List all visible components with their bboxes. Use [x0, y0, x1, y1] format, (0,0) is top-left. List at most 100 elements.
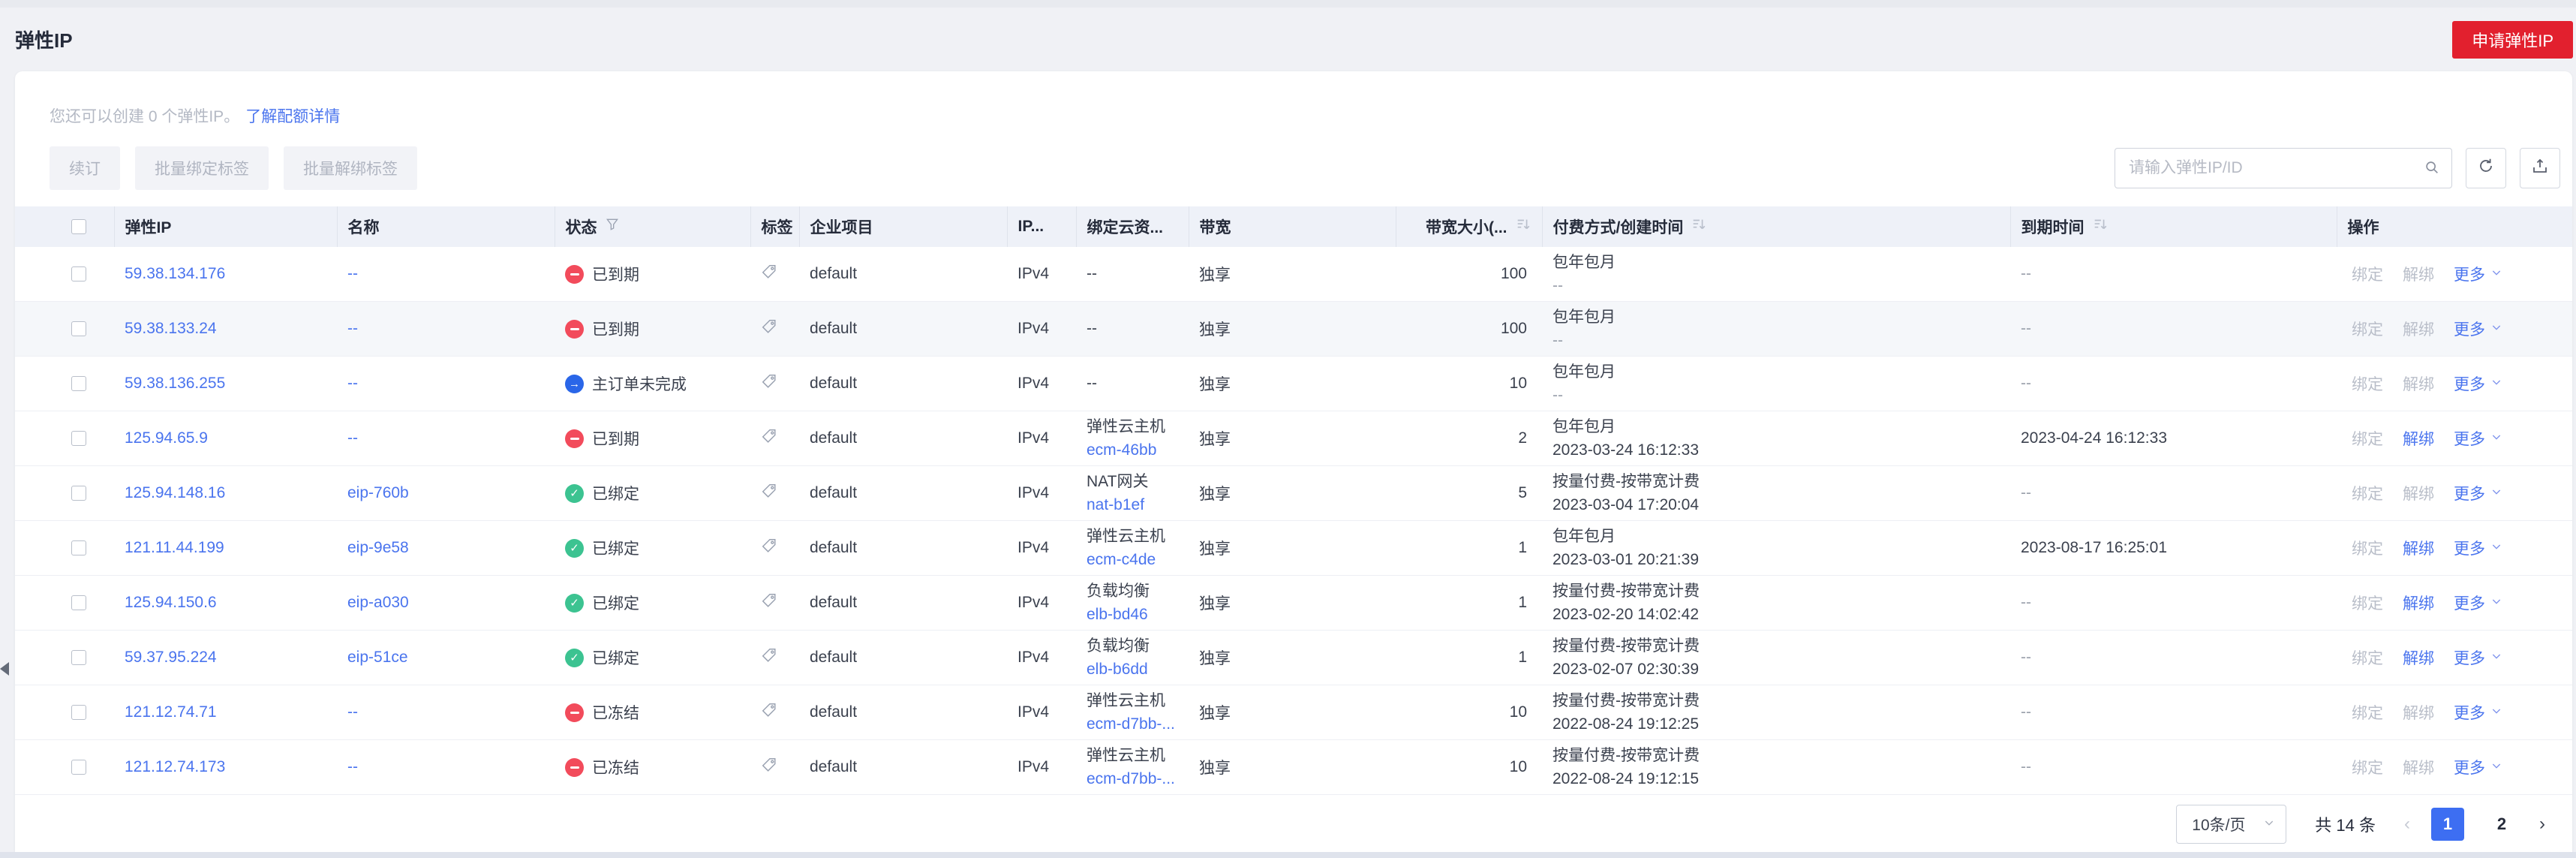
more-action[interactable]: 更多: [2454, 372, 2502, 395]
bind-action[interactable]: 绑定: [2352, 756, 2383, 778]
more-action[interactable]: 更多: [2454, 482, 2502, 504]
eip-link[interactable]: 59.38.136.255: [125, 375, 225, 392]
expire-time-cell: --: [2010, 575, 2337, 631]
window-top-strip: [0, 0, 2576, 8]
page-size-select[interactable]: 10条/页: [2176, 805, 2287, 844]
refresh-button[interactable]: [2466, 148, 2506, 188]
bandwidth-type-cell: 独享: [1189, 411, 1396, 466]
more-action[interactable]: 更多: [2454, 592, 2502, 614]
tag-icon[interactable]: [761, 539, 777, 558]
row-checkbox[interactable]: [71, 705, 86, 721]
eip-link[interactable]: 125.94.65.9: [125, 429, 208, 447]
unbind-action[interactable]: 解绑: [2403, 372, 2434, 395]
unbind-action[interactable]: 解绑: [2403, 592, 2434, 614]
prev-page-button[interactable]: ‹: [2404, 815, 2410, 833]
row-checkbox[interactable]: [71, 540, 86, 556]
page-number-2[interactable]: 2: [2485, 808, 2518, 841]
unbind-action[interactable]: 解绑: [2403, 263, 2434, 285]
eip-link[interactable]: 59.37.95.224: [125, 649, 217, 666]
tag-icon[interactable]: [761, 429, 777, 448]
row-checkbox[interactable]: [71, 321, 86, 337]
bind-action[interactable]: 绑定: [2352, 646, 2383, 669]
renew-button[interactable]: 续订: [50, 146, 120, 190]
eip-link[interactable]: 121.11.44.199: [125, 539, 224, 556]
batch-unbind-tags-button[interactable]: 批量解绑标签: [284, 146, 417, 190]
row-checkbox[interactable]: [71, 650, 86, 666]
next-page-button[interactable]: ›: [2539, 815, 2545, 833]
bind-action[interactable]: 绑定: [2352, 427, 2383, 450]
tag-icon[interactable]: [761, 649, 777, 667]
unbind-action[interactable]: 解绑: [2403, 482, 2434, 504]
unbind-action[interactable]: 解绑: [2403, 537, 2434, 559]
sort-icon[interactable]: [1515, 216, 1531, 237]
more-action[interactable]: 更多: [2454, 701, 2502, 724]
eip-name[interactable]: eip-51ce: [347, 649, 408, 666]
eip-link[interactable]: 121.12.74.71: [125, 703, 217, 721]
bind-action[interactable]: 绑定: [2352, 263, 2383, 285]
apply-eip-button[interactable]: 申请弹性IP: [2452, 20, 2573, 59]
tag-icon[interactable]: [761, 594, 777, 613]
batch-bind-tags-button[interactable]: 批量绑定标签: [135, 146, 269, 190]
unbind-action[interactable]: 解绑: [2403, 756, 2434, 778]
tag-icon[interactable]: [761, 320, 777, 339]
more-action[interactable]: 更多: [2454, 756, 2502, 778]
eip-link[interactable]: 59.38.133.24: [125, 320, 217, 337]
name-cell: --: [337, 247, 555, 302]
unbind-action[interactable]: 解绑: [2403, 701, 2434, 724]
bind-action[interactable]: 绑定: [2352, 537, 2383, 559]
tag-icon[interactable]: [761, 703, 777, 722]
row-checkbox[interactable]: [71, 431, 86, 447]
select-all-checkbox[interactable]: [71, 219, 86, 235]
resource-link[interactable]: ecm-46bb: [1087, 441, 1156, 459]
unbind-action[interactable]: 解绑: [2403, 646, 2434, 669]
resource-link[interactable]: ecm-c4de: [1087, 551, 1156, 568]
bind-action[interactable]: 绑定: [2352, 482, 2383, 504]
more-action[interactable]: 更多: [2454, 427, 2502, 450]
search-icon[interactable]: [2424, 159, 2440, 180]
export-button[interactable]: [2520, 148, 2560, 188]
more-action[interactable]: 更多: [2454, 646, 2502, 669]
project-cell: default: [799, 575, 1007, 631]
bind-action[interactable]: 绑定: [2352, 701, 2383, 724]
quota-detail-link[interactable]: 了解配额详情: [245, 108, 340, 125]
more-action[interactable]: 更多: [2454, 263, 2502, 285]
page-number-1[interactable]: 1: [2431, 808, 2464, 841]
sort-icon[interactable]: [1691, 216, 1707, 237]
tag-icon[interactable]: [761, 375, 777, 393]
tag-icon[interactable]: [761, 484, 777, 503]
status-cell: ✓ 已绑定: [555, 575, 750, 631]
bind-action[interactable]: 绑定: [2352, 318, 2383, 340]
eip-name[interactable]: eip-a030: [347, 594, 409, 611]
eip-name[interactable]: eip-9e58: [347, 539, 409, 556]
table-row: 59.38.136.255 -- → 主订单未完成 default IPv4 -- 独享 10 包…: [15, 356, 2572, 411]
search-input[interactable]: [2115, 148, 2452, 188]
unbind-action[interactable]: 解绑: [2403, 318, 2434, 340]
row-checkbox[interactable]: [71, 376, 86, 392]
row-checkbox[interactable]: [71, 266, 86, 282]
row-checkbox[interactable]: [71, 760, 86, 775]
eip-link[interactable]: 121.12.74.173: [125, 758, 225, 775]
eip-link[interactable]: 125.94.148.16: [125, 484, 225, 501]
check-circle-icon: ✓: [565, 593, 584, 613]
resource-link[interactable]: elb-bd46: [1087, 606, 1148, 623]
tag-icon[interactable]: [761, 758, 777, 777]
sort-icon[interactable]: [2092, 216, 2109, 237]
ip-version-cell: IPv4: [1007, 575, 1076, 631]
resource-link[interactable]: ecm-d7bb-...: [1087, 770, 1175, 787]
resource-link[interactable]: elb-b6dd: [1087, 661, 1148, 678]
resource-link[interactable]: nat-b1ef: [1087, 496, 1144, 513]
filter-icon[interactable]: [605, 217, 620, 236]
bind-action[interactable]: 绑定: [2352, 372, 2383, 395]
resource-link[interactable]: ecm-d7bb-...: [1087, 715, 1175, 733]
row-checkbox[interactable]: [71, 486, 86, 501]
eip-link[interactable]: 125.94.150.6: [125, 594, 217, 611]
eip-name[interactable]: eip-760b: [347, 484, 409, 501]
unbind-action[interactable]: 解绑: [2403, 427, 2434, 450]
collapse-left-icon[interactable]: [0, 662, 9, 676]
more-action[interactable]: 更多: [2454, 537, 2502, 559]
tag-icon[interactable]: [761, 265, 777, 284]
row-checkbox[interactable]: [71, 595, 86, 611]
bind-action[interactable]: 绑定: [2352, 592, 2383, 614]
eip-link[interactable]: 59.38.134.176: [125, 265, 225, 282]
more-action[interactable]: 更多: [2454, 318, 2502, 340]
